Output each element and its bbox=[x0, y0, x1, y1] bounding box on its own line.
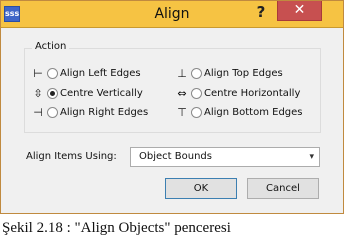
action-group-label: Action bbox=[32, 41, 70, 52]
align-items-using-label: Align Items Using: bbox=[26, 151, 117, 162]
dialog-content: Action ⊢ Align Left Edges ⊥ Align Top Edge… bbox=[7, 28, 337, 209]
align-bottom-icon: ⊤ bbox=[177, 106, 187, 119]
option-label: Align Top Edges bbox=[204, 68, 283, 79]
align-right-icon: ⊣ bbox=[33, 106, 43, 119]
option-centre-vertically[interactable]: ⇳ Centre Vertically bbox=[31, 86, 143, 102]
option-align-top-edges[interactable]: ⊥ Align Top Edges bbox=[175, 66, 283, 82]
chevron-down-icon[interactable]: ▾ bbox=[309, 148, 314, 166]
title-bar[interactable]: sss Align ? ✕ bbox=[1, 1, 343, 28]
select-value: Object Bounds bbox=[139, 151, 212, 162]
radio-align-right-edges[interactable] bbox=[47, 107, 58, 118]
align-top-icon: ⊥ bbox=[177, 67, 187, 80]
align-dialog: sss Align ? ✕ Action ⊢ Align Left Edges ⊥… bbox=[0, 0, 344, 214]
option-align-left-edges[interactable]: ⊢ Align Left Edges bbox=[31, 66, 141, 82]
option-label: Align Right Edges bbox=[60, 107, 149, 118]
option-label: Align Bottom Edges bbox=[204, 107, 303, 118]
option-label: Align Left Edges bbox=[60, 68, 141, 79]
align-left-icon: ⊢ bbox=[33, 67, 43, 80]
figure-caption: Şekil 2.18 : "Align Objects" penceresi bbox=[2, 220, 231, 236]
radio-centre-horizontally[interactable] bbox=[191, 88, 202, 99]
option-label: Centre Horizontally bbox=[204, 88, 301, 99]
help-button[interactable]: ? bbox=[249, 3, 273, 23]
radio-align-top-edges[interactable] bbox=[191, 68, 202, 79]
centre-horizontal-icon: ⇔ bbox=[177, 87, 187, 100]
radio-align-left-edges[interactable] bbox=[47, 68, 58, 79]
radio-centre-vertically[interactable] bbox=[47, 88, 58, 99]
ok-button[interactable]: OK bbox=[165, 178, 237, 199]
centre-vertical-icon: ⇳ bbox=[33, 87, 43, 100]
close-button[interactable]: ✕ bbox=[277, 1, 322, 21]
option-label: Centre Vertically bbox=[60, 88, 143, 99]
option-centre-horizontally[interactable]: ⇔ Centre Horizontally bbox=[175, 86, 300, 102]
option-align-right-edges[interactable]: ⊣ Align Right Edges bbox=[31, 105, 148, 121]
option-align-bottom-edges[interactable]: ⊤ Align Bottom Edges bbox=[175, 105, 303, 121]
align-items-using-select[interactable]: Object Bounds ▾ bbox=[130, 147, 320, 167]
radio-align-bottom-edges[interactable] bbox=[191, 107, 202, 118]
cancel-button[interactable]: Cancel bbox=[247, 178, 319, 199]
